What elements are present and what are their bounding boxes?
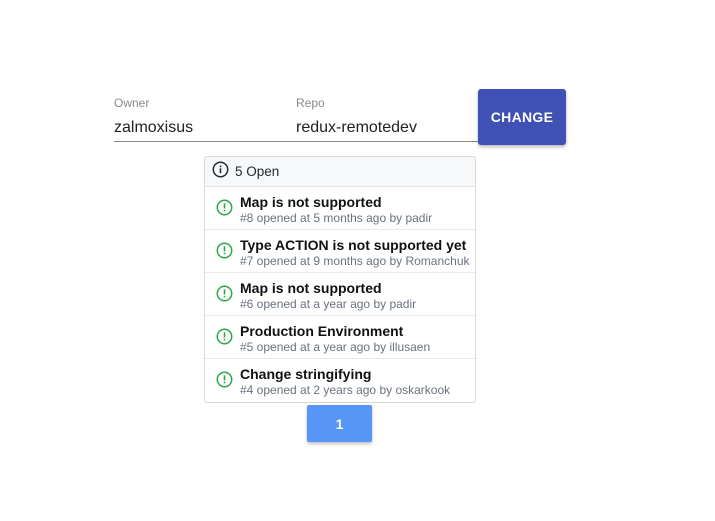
issue-title[interactable]: Production Environment [240, 324, 430, 339]
issue-meta: #5 opened at a year ago by illusaen [240, 340, 431, 354]
issue-list: Map is not supported #8 opened at 5 mont… [205, 187, 475, 402]
owner-label: Owner [114, 96, 150, 110]
issue-item[interactable]: Change stringifying #4 opened at 2 years… [205, 359, 475, 402]
change-button[interactable]: CHANGE [478, 89, 566, 145]
owner-field[interactable]: Owner zalmoxisus [114, 96, 284, 138]
info-circle-icon [212, 161, 229, 183]
issue-meta: #4 opened at 2 years ago by oskarkook [240, 383, 451, 397]
issue-title[interactable]: Map is not supported [240, 195, 432, 210]
issues-panel: 5 Open Map is not supported #8 opened at… [204, 156, 476, 403]
issue-title[interactable]: Map is not supported [240, 281, 416, 296]
issue-opened-icon [216, 371, 233, 393]
issue-title[interactable]: Change stringifying [240, 367, 450, 382]
issue-item[interactable]: Map is not supported #8 opened at 5 mont… [205, 187, 475, 230]
repo-input[interactable]: redux-remotedev [296, 118, 476, 138]
issue-item[interactable]: Type ACTION is not supported yet #7 open… [205, 230, 475, 273]
issue-opened-icon [216, 199, 233, 221]
repo-field[interactable]: Repo redux-remotedev [296, 96, 476, 138]
issue-opened-icon [216, 242, 233, 264]
issue-meta: #6 opened at a year ago by padir [240, 297, 417, 311]
issue-opened-icon [216, 328, 233, 350]
page-1-button[interactable]: 1 [307, 405, 372, 442]
issue-item[interactable]: Map is not supported #6 opened at a year… [205, 273, 475, 316]
issues-header: 5 Open [205, 157, 475, 187]
issue-title[interactable]: Type ACTION is not supported yet [240, 238, 470, 253]
input-underline [114, 141, 478, 142]
issue-meta: #8 opened at 5 months ago by padir [240, 211, 433, 225]
open-count: 5 Open [235, 164, 280, 179]
issue-item[interactable]: Production Environment #5 opened at a ye… [205, 316, 475, 359]
issue-meta: #7 opened at 9 months ago by Romanchuk [240, 254, 470, 268]
issue-opened-icon [216, 285, 233, 307]
owner-input[interactable]: zalmoxisus [114, 118, 284, 138]
repo-label: Repo [296, 96, 325, 110]
